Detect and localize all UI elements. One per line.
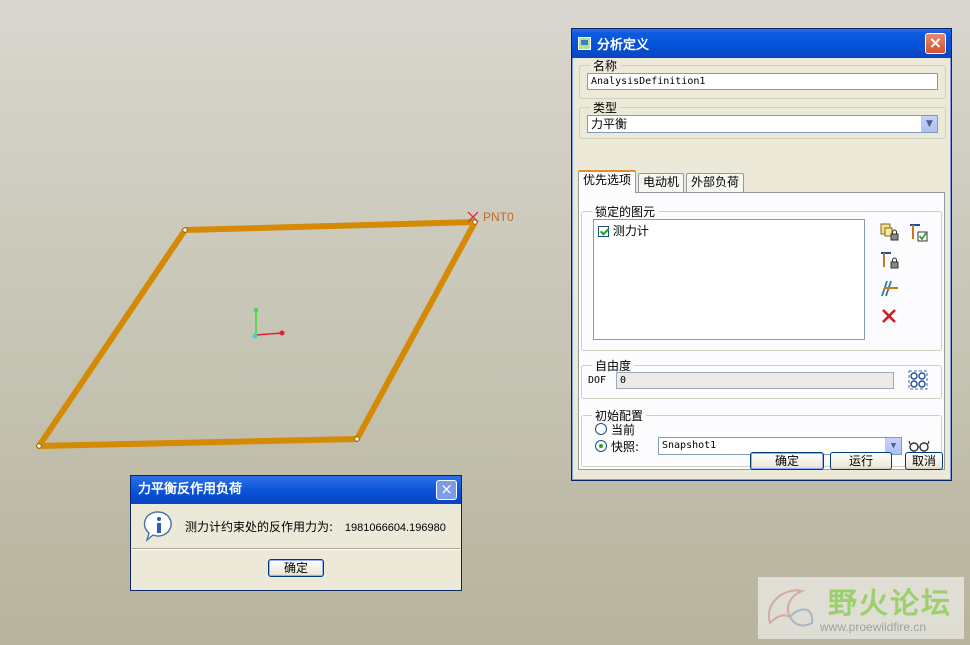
forum-watermark: 野火论坛 www.proewildfire.cn (758, 577, 964, 639)
dynamometer-checkbox[interactable] (598, 226, 609, 237)
edge-select-icon[interactable] (878, 277, 900, 299)
list-item-label: 测力计 (612, 224, 649, 238)
close-icon: × (928, 33, 943, 52)
message-text: 测力计约束处的反作用力为: 1981066604.196980 (185, 518, 446, 535)
locked-group-label: 锁定的图元 (595, 205, 656, 219)
analysis-definition-dialog: 分析定义 × 名称 AnalysisDefinition1 类型 力平衡 ▼ 优… (571, 28, 952, 481)
lock-connection-check-icon[interactable] (907, 221, 929, 243)
lock-body-icon[interactable] (878, 221, 900, 243)
message-close-button[interactable]: × (436, 480, 457, 500)
list-item[interactable]: 测力计 (598, 222, 649, 239)
close-icon: × (440, 480, 453, 498)
message-ok-button[interactable]: 确定 (268, 559, 324, 577)
tab-external-loads-label: 外部负荷 (691, 175, 740, 189)
info-icon (143, 511, 172, 542)
current-radio[interactable] (595, 423, 607, 435)
point-label: PNT0 (483, 210, 514, 224)
lock-connection-icon[interactable] (878, 249, 900, 271)
divider (132, 548, 460, 550)
tab-panel: 锁定的图元 测力计 自由度 DOF 0 初始配置 当前 快照: Snapshot… (578, 192, 945, 470)
type-select-value: 力平衡 (591, 117, 628, 131)
tab-preferences-label: 优先选项 (583, 173, 632, 187)
frame-body (36, 219, 478, 449)
frame-joint (182, 227, 188, 233)
chevron-down-icon[interactable]: ▼ (921, 116, 937, 132)
current-label: 当前 (611, 423, 636, 437)
message-title-bar[interactable]: 力平衡反作用负荷 (131, 476, 461, 504)
delete-icon[interactable] (878, 305, 900, 327)
frame-joint (36, 443, 42, 449)
locked-entities-list[interactable]: 测力计 (593, 219, 865, 340)
run-button[interactable]: 运行 (830, 452, 892, 470)
dialog-title-bar[interactable]: 分析定义 (572, 29, 951, 58)
type-select[interactable]: 力平衡 ▼ (587, 115, 938, 133)
app-icon (578, 37, 591, 50)
watermark-title: 野火论坛 (828, 586, 953, 620)
snapshot-label: 快照: (611, 440, 640, 454)
dof-label: DOF (588, 375, 607, 386)
wildfire-logo-icon (767, 589, 814, 627)
snapshot-radio[interactable] (595, 440, 607, 452)
watermark-url: www.proewildfire.cn (820, 620, 927, 634)
ok-button[interactable]: 确定 (750, 452, 824, 470)
tab-preferences[interactable]: 优先选项 (578, 170, 637, 193)
frame-joint (354, 436, 360, 442)
message-label: 测力计约束处的反作用力为: (185, 520, 334, 534)
tab-external-loads[interactable]: 外部负荷 (686, 173, 745, 192)
reaction-force-value: 1981066604.196980 (344, 522, 446, 534)
cancel-button[interactable]: 取消 (905, 452, 943, 470)
type-group-label: 类型 (593, 101, 618, 115)
name-group-label: 名称 (593, 59, 618, 73)
degrees-of-freedom-icon[interactable] (907, 369, 929, 391)
dof-field: 0 (616, 372, 894, 389)
close-button[interactable]: × (925, 33, 946, 54)
snapshot-select-value: Snapshot1 (662, 440, 717, 451)
coordinate-axes-icon (252, 308, 285, 339)
tab-motors[interactable]: 电动机 (638, 173, 685, 192)
name-input[interactable]: AnalysisDefinition1 (587, 73, 938, 90)
dialog-title: 分析定义 (597, 38, 650, 53)
reaction-load-message-box: 力平衡反作用负荷 × 测力计约束处的反作用力为: 1981066604.1969… (130, 475, 462, 591)
tab-motors-label: 电动机 (643, 175, 680, 189)
message-title: 力平衡反作用负荷 (138, 482, 243, 497)
